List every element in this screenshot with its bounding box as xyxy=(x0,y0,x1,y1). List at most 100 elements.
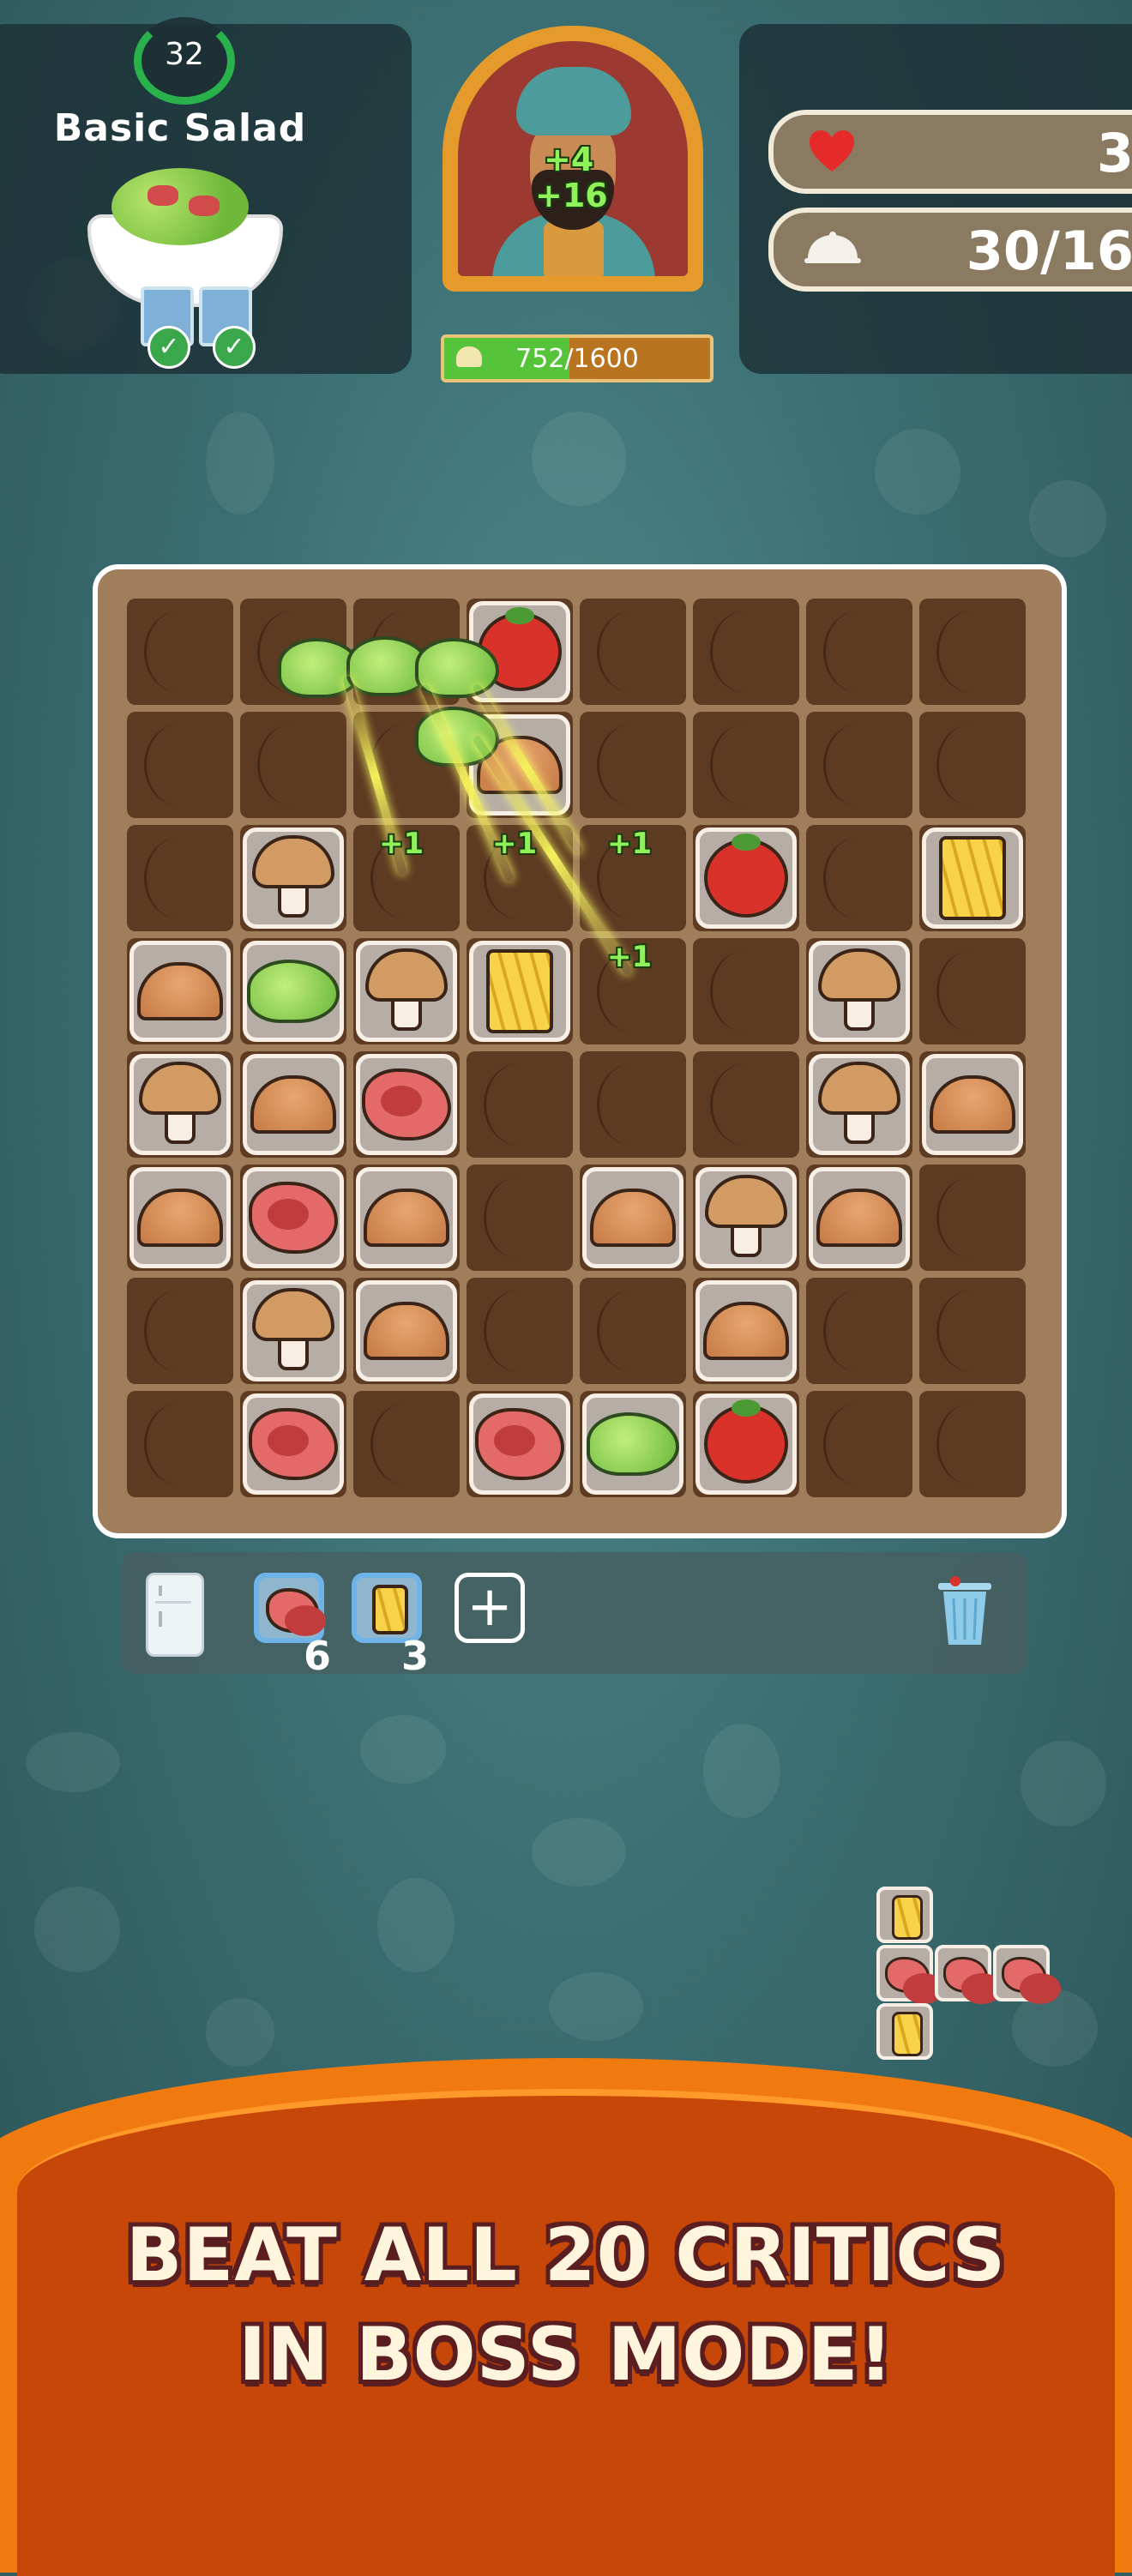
tile-mushroom[interactable] xyxy=(356,941,457,1042)
bun-icon xyxy=(703,1302,789,1360)
tile-tomato[interactable] xyxy=(695,1393,797,1495)
inventory-count: 6 xyxy=(304,1633,332,1679)
tile-bun[interactable] xyxy=(695,1280,797,1381)
tile-mushroom[interactable] xyxy=(243,828,344,929)
banner-line-1: BEAT ALL 20 CRITICS xyxy=(125,2212,1007,2298)
next-piece-fries xyxy=(876,2003,933,2060)
plus-one-label: +1 xyxy=(607,940,653,974)
board-cell[interactable] xyxy=(806,712,912,818)
bun-icon xyxy=(364,1302,449,1360)
status-panel: 3 30/16 xyxy=(739,24,1132,374)
bun-icon xyxy=(816,1189,902,1247)
inventory-count: 3 xyxy=(401,1633,430,1679)
plus-one-label: +1 xyxy=(379,827,424,861)
board-cell[interactable] xyxy=(127,1278,233,1384)
board-cell[interactable] xyxy=(467,1278,573,1384)
bun-icon xyxy=(137,1189,223,1247)
plus-one-label: +1 xyxy=(492,827,538,861)
tile-bun[interactable] xyxy=(243,1054,344,1155)
mushroom-icon xyxy=(365,948,448,1034)
critic-progress-bar: 752/1600 xyxy=(441,334,714,382)
board-cell[interactable] xyxy=(919,1391,1026,1497)
board-cell[interactable] xyxy=(919,1165,1026,1271)
steak-icon xyxy=(249,1408,338,1480)
board-cell[interactable] xyxy=(919,599,1026,705)
tile-mushroom[interactable] xyxy=(809,1054,910,1155)
tile-fries[interactable] xyxy=(922,828,1023,929)
board-cell[interactable] xyxy=(806,825,912,931)
tile-steak[interactable] xyxy=(356,1054,457,1155)
tile-bun[interactable] xyxy=(356,1167,457,1268)
progress-text: 752/1600 xyxy=(515,344,639,374)
steak-icon xyxy=(249,1182,338,1254)
tile-bun[interactable] xyxy=(356,1280,457,1381)
trash-icon[interactable] xyxy=(935,1571,995,1648)
mushroom-icon xyxy=(252,835,334,921)
board-cell[interactable] xyxy=(580,1051,686,1158)
board-cell[interactable] xyxy=(919,712,1026,818)
board-cell[interactable] xyxy=(580,599,686,705)
tile-bun[interactable] xyxy=(582,1167,683,1268)
bun-icon xyxy=(590,1189,676,1247)
tile-steak[interactable] xyxy=(469,1393,570,1495)
tile-mushroom[interactable] xyxy=(243,1280,344,1381)
tile-tomato[interactable] xyxy=(695,828,797,929)
bun-icon xyxy=(364,1189,449,1247)
tile-fries[interactable] xyxy=(469,941,570,1042)
board-cell[interactable] xyxy=(127,599,233,705)
tile-mushroom[interactable] xyxy=(809,941,910,1042)
mushroom-icon xyxy=(139,1062,221,1147)
bun-icon xyxy=(137,962,223,1020)
next-piece-steak xyxy=(935,1945,1003,2004)
add-slot-button[interactable]: + xyxy=(455,1573,525,1643)
fridge-icon[interactable] xyxy=(146,1573,204,1657)
dishes-pill: 30/16 xyxy=(768,208,1132,292)
board-cell[interactable] xyxy=(127,712,233,818)
board-grid[interactable] xyxy=(127,599,1033,1504)
tile-lettuce[interactable] xyxy=(243,941,344,1042)
board-cell[interactable] xyxy=(806,1391,912,1497)
board-cell[interactable] xyxy=(467,1165,573,1271)
board-cell[interactable] xyxy=(467,1051,573,1158)
next-piece-fries xyxy=(876,1887,933,1943)
board-cell[interactable] xyxy=(127,825,233,931)
tile-bun[interactable] xyxy=(129,941,231,1042)
tile-mushroom[interactable] xyxy=(129,1054,231,1155)
board-cell[interactable] xyxy=(806,1278,912,1384)
dishes-value: 30/16 xyxy=(966,220,1132,282)
lives-pill: 3 xyxy=(768,110,1132,194)
tile-mushroom[interactable] xyxy=(695,1167,797,1268)
score-popup: +16 xyxy=(535,177,608,214)
tile-lettuce[interactable] xyxy=(582,1393,683,1495)
mushroom-icon xyxy=(252,1288,334,1374)
tile-bun[interactable] xyxy=(922,1054,1023,1155)
board-cell[interactable] xyxy=(693,599,799,705)
fries-icon xyxy=(939,836,1006,920)
inventory-tray: 6 3 + xyxy=(122,1552,1027,1679)
tile-bun[interactable] xyxy=(809,1167,910,1268)
heart-icon xyxy=(810,130,854,172)
tomato-icon xyxy=(704,1399,788,1484)
board-cell[interactable] xyxy=(919,938,1026,1044)
board-cell[interactable] xyxy=(580,712,686,818)
check-icon: ✓ xyxy=(213,326,256,369)
board-cell[interactable] xyxy=(693,1051,799,1158)
board-cell[interactable] xyxy=(806,599,912,705)
board-cell[interactable] xyxy=(127,1391,233,1497)
fries-icon xyxy=(486,949,553,1033)
recipe-panel[interactable]: 32 Basic Salad ✓ ✓ xyxy=(0,17,412,374)
level-number: 32 xyxy=(165,37,204,72)
tile-steak[interactable] xyxy=(243,1167,344,1268)
board-cell[interactable] xyxy=(353,1391,460,1497)
game-board: +1 +1 +1 +1 xyxy=(93,564,1067,1538)
board-cell[interactable] xyxy=(919,1278,1026,1384)
tile-bun[interactable] xyxy=(129,1167,231,1268)
tomato-icon xyxy=(704,834,788,918)
tile-steak[interactable] xyxy=(243,1393,344,1495)
bun-icon xyxy=(250,1075,336,1134)
board-cell[interactable] xyxy=(240,712,346,818)
board-cell[interactable] xyxy=(693,938,799,1044)
recipe-title: Basic Salad xyxy=(53,106,307,150)
board-cell[interactable] xyxy=(580,1278,686,1384)
board-cell[interactable] xyxy=(693,712,799,818)
